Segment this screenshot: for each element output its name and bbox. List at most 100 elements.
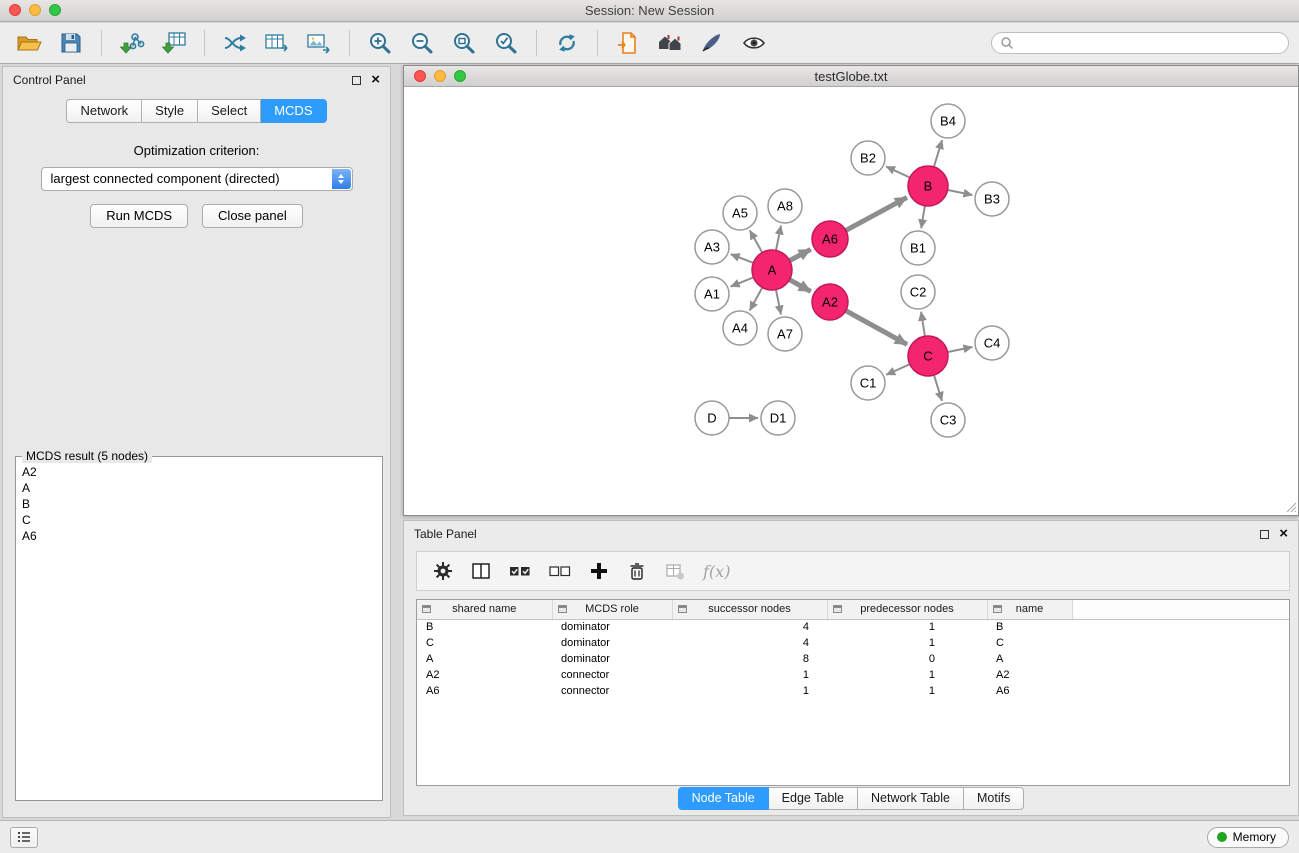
- graph-node-label: A2: [822, 295, 838, 310]
- tab-motifs[interactable]: Motifs: [964, 787, 1024, 810]
- show-panels-button[interactable]: [10, 827, 38, 848]
- refresh-icon: [555, 31, 579, 55]
- column-header-successor-nodes[interactable]: successor nodes: [672, 600, 827, 619]
- graph-node-B2[interactable]: B2: [851, 141, 885, 175]
- zoom-out-button[interactable]: [403, 27, 441, 59]
- toolbar-separator: [101, 30, 102, 56]
- tab-select[interactable]: Select: [198, 99, 261, 123]
- tab-mcds[interactable]: MCDS: [261, 99, 326, 123]
- graph-node-A7[interactable]: A7: [768, 317, 802, 351]
- graph-node-C3[interactable]: C3: [931, 403, 965, 437]
- graph-node-D[interactable]: D: [695, 401, 729, 435]
- dropdown-stepper-icon: [332, 169, 351, 189]
- graph-node-D1[interactable]: D1: [761, 401, 795, 435]
- mcds-result-item[interactable]: B: [22, 496, 376, 512]
- column-header-shared-name[interactable]: shared name: [417, 600, 552, 619]
- save-session-button[interactable]: [52, 27, 90, 59]
- column-header-name[interactable]: name: [987, 600, 1072, 619]
- zoom-network-window-button[interactable]: [454, 70, 466, 82]
- zoom-window-button[interactable]: [49, 4, 61, 16]
- graph-node-A2[interactable]: A2: [812, 284, 848, 320]
- graph-node-C4[interactable]: C4: [975, 326, 1009, 360]
- graph-node-A4[interactable]: A4: [723, 311, 757, 345]
- float-panel-icon[interactable]: [352, 76, 361, 85]
- table-toolbar: f(x): [416, 551, 1290, 591]
- graph-node-A1[interactable]: A1: [695, 277, 729, 311]
- graph-node-label: B2: [860, 151, 876, 166]
- minimize-network-window-button[interactable]: [434, 70, 446, 82]
- deselect-all-button[interactable]: [549, 561, 571, 581]
- graph-node-A3[interactable]: A3: [695, 230, 729, 264]
- zoom-in-button[interactable]: [361, 27, 399, 59]
- select-all-button[interactable]: [509, 561, 531, 581]
- delete-table-button[interactable]: [665, 562, 685, 581]
- toolbar-separator: [536, 30, 537, 56]
- table-row[interactable]: Cdominator41C: [417, 635, 1289, 651]
- close-panel-button[interactable]: Close panel: [202, 204, 303, 228]
- column-header-MCDS-role[interactable]: MCDS role: [552, 600, 672, 619]
- mcds-result-item[interactable]: A: [22, 480, 376, 496]
- close-network-window-button[interactable]: [414, 70, 426, 82]
- network-window-title: testGlobe.txt: [815, 69, 888, 84]
- graph-node-label: A5: [732, 206, 748, 221]
- function-builder-button[interactable]: f(x): [703, 562, 730, 581]
- import-network-from-file-button[interactable]: [113, 27, 151, 59]
- show-column-button[interactable]: [471, 561, 491, 581]
- add-column-button[interactable]: [589, 561, 609, 581]
- table-row[interactable]: Bdominator41B: [417, 619, 1289, 635]
- search-box[interactable]: [991, 32, 1289, 54]
- tab-network-table[interactable]: Network Table: [858, 787, 964, 810]
- show-hide-graphics-button[interactable]: [735, 27, 773, 59]
- criterion-dropdown[interactable]: largest connected component (directed): [41, 167, 353, 191]
- network-canvas[interactable]: B4 B2 B B3 A8 A5 A6 A3 B1 A C2 A1 A2 A4 A7 C4 C C1 D D1 C3: [404, 87, 1298, 514]
- zoom-fit-button[interactable]: [445, 27, 483, 59]
- tab-style[interactable]: Style: [142, 99, 198, 123]
- graph-node-B[interactable]: B: [908, 166, 948, 206]
- column-header-predecessor-nodes[interactable]: predecessor nodes: [827, 600, 987, 619]
- new-network-button[interactable]: [216, 27, 254, 59]
- home-button[interactable]: [651, 27, 689, 59]
- table-row[interactable]: A2connector11A2: [417, 667, 1289, 683]
- graph-node-C1[interactable]: C1: [851, 366, 885, 400]
- table-arrow-icon: [264, 32, 290, 54]
- float-table-panel-icon[interactable]: [1260, 530, 1269, 539]
- graph-node-C2[interactable]: C2: [901, 275, 935, 309]
- memory-button[interactable]: Memory: [1207, 827, 1289, 848]
- zoom-fit-icon: [451, 31, 477, 55]
- mcds-result-item[interactable]: A2: [22, 464, 376, 480]
- close-table-panel-icon[interactable]: ×: [1279, 529, 1288, 539]
- column-settings-button[interactable]: [433, 561, 453, 581]
- graph-node-B3[interactable]: B3: [975, 182, 1009, 216]
- refresh-layout-button[interactable]: [548, 27, 586, 59]
- mcds-result-item[interactable]: A6: [22, 528, 376, 544]
- resize-grip-icon[interactable]: [1284, 500, 1297, 513]
- mcds-result-item[interactable]: C: [22, 512, 376, 528]
- table-row[interactable]: A6connector11A6: [417, 683, 1289, 699]
- style-brush-button[interactable]: [693, 27, 731, 59]
- graph-node-A[interactable]: A: [752, 250, 792, 290]
- minimize-window-button[interactable]: [29, 4, 41, 16]
- run-mcds-button[interactable]: Run MCDS: [90, 204, 188, 228]
- graph-node-A6[interactable]: A6: [812, 221, 848, 257]
- graph-node-B1[interactable]: B1: [901, 231, 935, 265]
- tab-node-table[interactable]: Node Table: [678, 787, 769, 810]
- export-image-button[interactable]: [300, 27, 338, 59]
- network-window-controls: [414, 70, 466, 82]
- close-panel-icon[interactable]: ×: [371, 75, 380, 85]
- graph-node-A8[interactable]: A8: [768, 189, 802, 223]
- tab-edge-table[interactable]: Edge Table: [769, 787, 858, 810]
- open-recent-button[interactable]: [609, 27, 647, 59]
- search-input[interactable]: [1019, 36, 1280, 50]
- graph-node-C[interactable]: C: [908, 336, 948, 376]
- column-type-icon: [678, 605, 687, 613]
- graph-node-B4[interactable]: B4: [931, 104, 965, 138]
- new-table-button[interactable]: [258, 27, 296, 59]
- tab-network[interactable]: Network: [66, 99, 142, 123]
- close-window-button[interactable]: [9, 4, 21, 16]
- graph-node-A5[interactable]: A5: [723, 196, 757, 230]
- delete-column-button[interactable]: [627, 561, 647, 582]
- open-session-button[interactable]: [10, 27, 48, 59]
- import-table-from-file-button[interactable]: [155, 27, 193, 59]
- zoom-selected-button[interactable]: [487, 27, 525, 59]
- table-row[interactable]: Adominator80A: [417, 651, 1289, 667]
